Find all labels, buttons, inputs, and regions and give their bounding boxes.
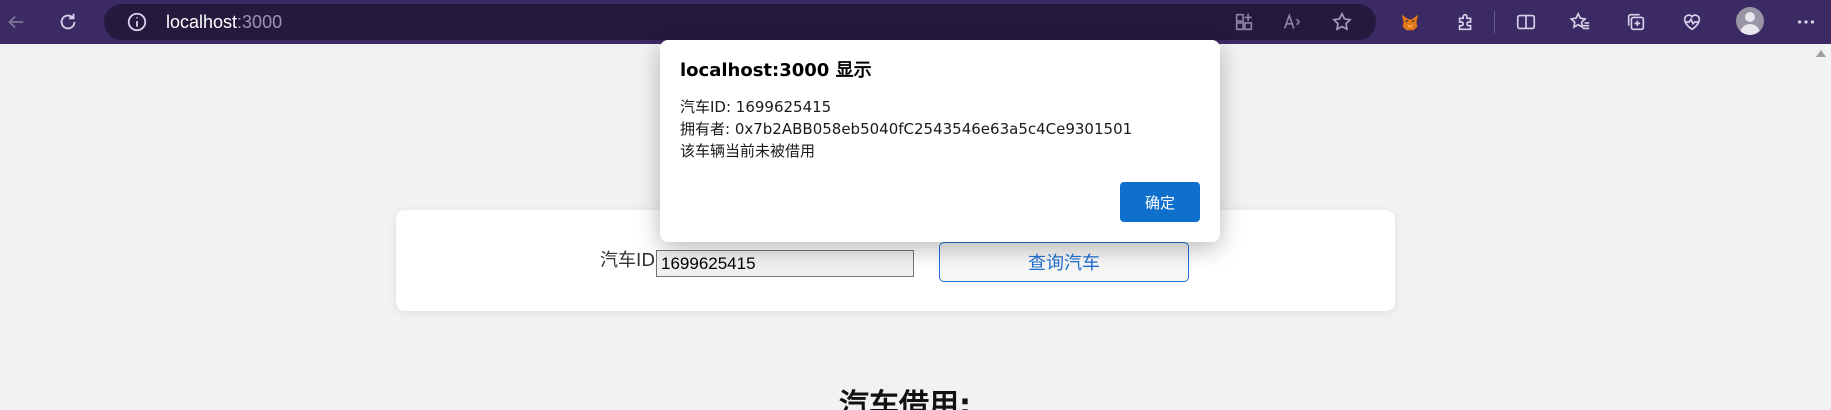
address-url[interactable]: localhost:3000 [166,12,282,32]
dialog-line-owner: 拥有者: 0x7b2ABB058eb5040fC2543546e63a5c4Ce… [680,120,1133,138]
apps-icon[interactable] [1230,8,1258,36]
car-id-input[interactable] [656,250,914,277]
favorites-icon[interactable] [1566,8,1594,36]
alert-dialog: localhost:3000 显示 汽车ID: 1699625415 拥有者: … [660,40,1220,242]
address-port: :3000 [237,12,283,32]
section-title: 汽车借用: [839,388,971,410]
scroll-up-icon[interactable] [1816,50,1826,57]
dialog-line-car-id: 汽车ID: 1699625415 [680,98,832,116]
browser-toolbar: localhost:3000 [0,0,1831,44]
more-icon[interactable] [1792,8,1820,36]
query-car-button[interactable]: 查询汽车 [939,242,1189,282]
address-bar[interactable]: localhost:3000 [104,4,1376,40]
split-screen-icon[interactable] [1512,8,1540,36]
collections-icon[interactable] [1622,8,1650,36]
arrow-left-icon[interactable] [2,8,30,36]
ok-button[interactable]: 确定 [1120,182,1200,222]
reload-icon[interactable] [54,8,82,36]
scrollbar[interactable] [1810,44,1831,410]
address-host: localhost [166,12,238,32]
avatar-icon[interactable] [1736,7,1764,35]
toolbar-divider [1494,11,1495,33]
heart-pulse-icon[interactable] [1678,8,1706,36]
info-icon[interactable] [126,11,148,33]
puzzle-icon[interactable] [1452,8,1480,36]
dialog-line-status: 该车辆当前未被借用 [680,142,816,160]
star-icon[interactable] [1328,8,1356,36]
read-aloud-icon[interactable] [1278,8,1306,36]
dialog-title: localhost:3000 显示 [680,60,872,81]
car-id-label: 汽车ID: [600,250,662,271]
metamask-fox-icon[interactable] [1396,8,1424,36]
